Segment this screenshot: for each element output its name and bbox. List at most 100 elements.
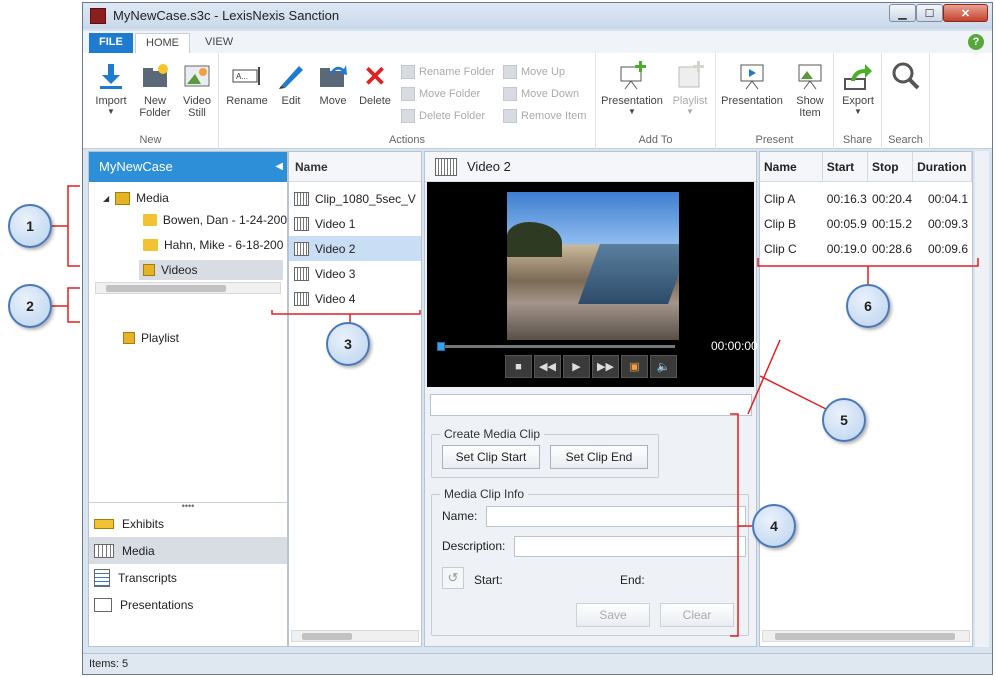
tree-item-folder-hahn[interactable]: Hahn, Mike - 6-18-200 — [143, 235, 287, 255]
import-button[interactable]: Import ▼ — [87, 61, 135, 116]
show-item-button[interactable]: Show Item — [786, 61, 834, 119]
clip-start-cell: 00:16.3 — [826, 192, 867, 206]
help-icon[interactable]: ? — [968, 34, 984, 50]
tab-home[interactable]: HOME — [135, 33, 190, 53]
new-folder-icon — [140, 61, 170, 91]
tree-item-folder-bowen[interactable]: Bowen, Dan - 1-24-200 — [143, 210, 287, 230]
search-button[interactable] — [882, 61, 930, 95]
clear-button[interactable]: Clear — [660, 603, 734, 627]
seek-bar[interactable] — [437, 342, 675, 351]
splitter-grip[interactable]: •••• — [89, 502, 287, 511]
edit-button[interactable]: Edit — [267, 61, 315, 107]
pencil-icon — [276, 61, 306, 91]
maximize-button[interactable]: ☐ — [916, 4, 943, 22]
table-row[interactable]: Clip A 00:16.3 00:20.4 00:04.1 — [760, 186, 972, 211]
tree-item-media[interactable]: ◢ Media — [103, 188, 169, 208]
new-folder-button[interactable]: New Folder — [131, 61, 179, 119]
video-film-icon — [435, 157, 457, 176]
video-player[interactable]: 00:00:00 ■ ◀◀ ▶ ▶▶ ▣ 🔈 — [427, 182, 758, 387]
move-folder-button[interactable]: Move Folder — [401, 87, 480, 101]
clip-duration-cell: 00:04.1 — [927, 192, 968, 206]
column-header-stop[interactable]: Stop — [868, 152, 914, 181]
clip-duration-cell: 00:09.3 — [927, 217, 968, 231]
scrollbar-thumb[interactable] — [106, 285, 226, 292]
scrollbar-thumb[interactable] — [775, 633, 955, 640]
tab-file[interactable]: FILE — [89, 33, 133, 53]
collapse-arrow-icon[interactable]: ◀ — [275, 161, 283, 172]
move-down-button[interactable]: Move Down — [503, 87, 579, 101]
remove-item-button[interactable]: Remove Item — [503, 109, 586, 123]
rewind-icon[interactable]: ◀◀ — [534, 355, 561, 378]
table-row[interactable]: Clip C 00:19.0 00:28.6 00:09.6 — [760, 236, 972, 261]
create-media-clip-group: Create Media Clip Set Clip Start Set Cli… — [431, 427, 659, 478]
rename-button[interactable]: A... Rename — [223, 61, 271, 107]
list-item[interactable]: Video 3 — [289, 261, 421, 286]
play-icon[interactable]: ▶ — [563, 355, 590, 378]
list-item[interactable]: Video 4 — [289, 286, 421, 311]
video-text-field[interactable] — [430, 394, 752, 416]
exhibits-icon — [94, 518, 114, 529]
nav-media[interactable]: Media — [89, 537, 287, 564]
list-item[interactable]: Video 1 — [289, 211, 421, 236]
group-new-label: New — [139, 134, 162, 146]
stop-icon[interactable]: ■ — [505, 355, 532, 378]
file-list-horizontal-scrollbar[interactable] — [291, 630, 419, 642]
clip-stop-cell: 00:20.4 — [871, 192, 912, 206]
snapshot-icon[interactable]: ▣ — [621, 355, 648, 378]
minimize-button[interactable]: ▁ — [889, 4, 916, 22]
folder-icon — [143, 239, 158, 251]
column-header-duration[interactable]: Duration — [913, 152, 972, 181]
move-button[interactable]: Move — [309, 61, 357, 107]
callout-1: 1 — [8, 204, 52, 248]
seek-knob[interactable] — [437, 342, 445, 351]
clip-description-field[interactable] — [514, 536, 746, 557]
start-label: Start: — [474, 573, 503, 587]
delete-x-icon: ✕ — [363, 60, 387, 92]
column-header-start[interactable]: Start — [823, 152, 868, 181]
set-clip-start-button[interactable]: Set Clip Start — [442, 445, 540, 469]
close-button[interactable]: ✕ — [943, 4, 988, 22]
tree-horizontal-scrollbar[interactable] — [95, 282, 281, 294]
rename-folder-button[interactable]: Rename Folder — [401, 65, 495, 79]
window-vertical-scrollbar[interactable] — [975, 151, 989, 647]
tab-view[interactable]: VIEW — [195, 33, 243, 53]
clips-horizontal-scrollbar[interactable] — [762, 630, 970, 642]
delete-folder-button[interactable]: Delete Folder — [401, 109, 485, 123]
clip-name-field[interactable] — [486, 506, 746, 527]
clip-duration-cell: 00:09.6 — [927, 242, 968, 256]
timecode: 00:00:00 — [711, 339, 758, 353]
delete-button[interactable]: ✕ Delete — [351, 60, 399, 108]
add-to-presentation-button[interactable]: Presentation ▼ — [600, 61, 664, 116]
nav-transcripts[interactable]: Transcripts — [89, 564, 287, 591]
column-header-name[interactable]: Name — [760, 152, 823, 181]
tree-item-playlist[interactable]: Playlist — [123, 328, 179, 348]
expand-triangle-icon[interactable]: ◢ — [103, 194, 109, 203]
export-button[interactable]: Export ▼ — [834, 61, 882, 116]
volume-icon[interactable]: 🔈 — [650, 355, 677, 378]
list-item[interactable]: Clip_1080_5sec_V — [289, 186, 421, 211]
app-window: MyNewCase.s3c - LexisNexis Sanction ▁ ☐ … — [82, 2, 993, 675]
present-presentation-button[interactable]: Presentation — [720, 61, 784, 107]
title-bar: MyNewCase.s3c - LexisNexis Sanction ▁ ☐ … — [83, 3, 992, 29]
presentation-easel-icon — [94, 597, 112, 612]
list-item-selected[interactable]: Video 2 — [289, 236, 421, 261]
set-clip-end-button[interactable]: Set Clip End — [550, 445, 648, 469]
save-button[interactable]: Save — [576, 603, 650, 627]
group-search-label: Search — [888, 134, 923, 146]
ribbon-tabs: FILE HOME VIEW ? — [83, 31, 992, 53]
nav-presentations[interactable]: Presentations — [89, 591, 287, 618]
playback-controls: ■ ◀◀ ▶ ▶▶ ▣ 🔈 — [505, 355, 677, 378]
case-header[interactable]: MyNewCase ◀ — [89, 152, 287, 182]
fast-forward-icon[interactable]: ▶▶ — [592, 355, 619, 378]
nav-exhibits[interactable]: Exhibits — [89, 510, 287, 537]
description-label: Description: — [442, 539, 506, 553]
column-header-name[interactable]: Name — [289, 152, 421, 182]
move-up-button[interactable]: Move Up — [503, 65, 565, 79]
table-row[interactable]: Clip B 00:05.9 00:15.2 00:09.3 — [760, 211, 972, 236]
video-still-button[interactable]: Video Still — [173, 61, 221, 119]
add-to-playlist-button[interactable]: Playlist ▼ — [666, 61, 714, 116]
bracket-2 — [67, 287, 80, 323]
scrollbar-thumb[interactable] — [302, 633, 352, 640]
refresh-icon[interactable]: ↺ — [442, 567, 464, 589]
tree-item-videos[interactable]: Videos — [139, 260, 283, 280]
